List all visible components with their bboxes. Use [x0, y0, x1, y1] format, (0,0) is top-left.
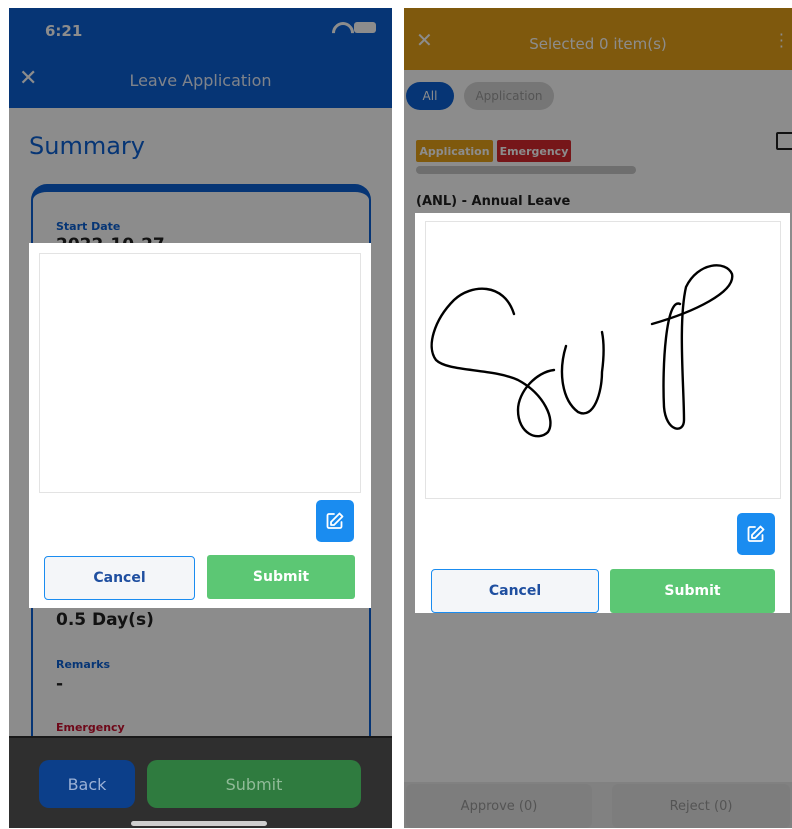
signature-canvas[interactable]	[425, 221, 781, 499]
edit-icon	[747, 525, 765, 542]
back-button[interactable]: Back	[39, 760, 135, 808]
cancel-button[interactable]: Cancel	[44, 556, 195, 600]
left-screen: 6:21 ✕ Leave Application Summary Start D…	[9, 8, 392, 828]
signature-submit-button[interactable]: Submit	[610, 569, 775, 613]
signature-modal: Cancel Submit	[415, 213, 790, 613]
signature-modal: Cancel Submit	[29, 243, 371, 608]
edit-signature-button[interactable]	[316, 500, 354, 542]
signature-canvas[interactable]	[39, 253, 361, 493]
right-screen: ✕ Selected 0 item(s) · · · All Application…	[404, 8, 792, 828]
edit-signature-button[interactable]	[737, 513, 775, 555]
home-indicator	[131, 821, 267, 826]
edit-icon	[326, 512, 344, 529]
signature-submit-button[interactable]: Submit	[207, 555, 355, 599]
cancel-button[interactable]: Cancel	[431, 569, 599, 613]
signature-drawing	[430, 264, 734, 438]
submit-button[interactable]: Submit	[147, 760, 361, 808]
